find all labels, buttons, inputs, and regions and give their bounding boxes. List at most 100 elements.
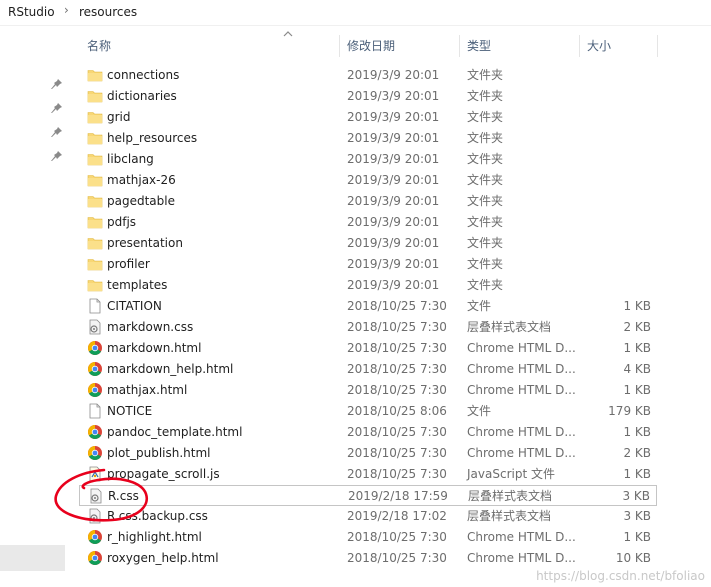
file-modified-date: 2018/10/25 7:30 xyxy=(347,362,447,376)
file-name: help_resources xyxy=(107,131,198,145)
file-modified-date: 2019/3/9 20:01 xyxy=(347,215,440,229)
file-size: 2 KB xyxy=(623,446,651,460)
file-type: Chrome HTML D... xyxy=(467,551,576,565)
file-name: markdown.css xyxy=(107,320,194,334)
file-modified-date: 2018/10/25 7:30 xyxy=(347,383,447,397)
pin-icon[interactable] xyxy=(51,102,63,114)
file-name: NOTICE xyxy=(107,404,153,418)
breadcrumb-root[interactable]: RStudio xyxy=(8,5,55,19)
chrome-html-icon xyxy=(88,383,102,397)
file-modified-date: 2018/10/25 7:30 xyxy=(347,425,447,439)
file-type: 文件夹 xyxy=(467,152,504,166)
file-size: 1 KB xyxy=(623,299,651,313)
file-row[interactable]: CITATION 2018/10/25 7:30 文件 1 KB xyxy=(79,296,657,317)
file-name: pagedtable xyxy=(107,194,175,208)
file-type: 层叠样式表文档 xyxy=(467,320,552,334)
file-row[interactable]: plot_publish.html 2018/10/25 7:30 Chrome H… xyxy=(79,443,657,464)
file-row[interactable]: r_highlight.html 2018/10/25 7:30 Chrome HT… xyxy=(79,527,657,548)
file-row[interactable]: markdown_help.html 2018/10/25 7:30 Chrome … xyxy=(79,359,657,380)
file-type: Chrome HTML D... xyxy=(467,425,576,439)
file-name: dictionaries xyxy=(107,89,177,103)
file-modified-date: 2018/10/25 7:30 xyxy=(347,530,447,544)
file-row[interactable]: libclang 2019/3/9 20:01 文件夹 xyxy=(79,149,657,170)
file-name: connections xyxy=(107,68,180,82)
file-size: 3 KB xyxy=(622,489,650,503)
file-type: 文件夹 xyxy=(467,215,504,229)
pin-icon[interactable] xyxy=(51,78,63,90)
file-row[interactable]: mathjax.html 2018/10/25 7:30 Chrome HTML D… xyxy=(79,380,657,401)
file-row[interactable]: markdown.css 2018/10/25 7:30 层叠样式表文档 2 KB xyxy=(79,317,657,338)
nav-selected-item[interactable] xyxy=(0,545,65,571)
file-size: 179 KB xyxy=(608,404,651,418)
file-name: grid xyxy=(107,110,131,124)
file-modified-date: 2018/10/25 7:30 xyxy=(347,299,447,313)
pin-icon[interactable] xyxy=(51,126,63,138)
file-type: 文件夹 xyxy=(467,236,504,250)
file-row[interactable]: dictionaries 2019/3/9 20:01 文件夹 xyxy=(79,86,657,107)
file-row[interactable]: grid 2019/3/9 20:01 文件夹 xyxy=(79,107,657,128)
file-type: Chrome HTML D... xyxy=(467,383,576,397)
file-row[interactable]: connections 2019/3/9 20:01 文件夹 xyxy=(79,65,657,86)
file-size: 10 KB xyxy=(615,551,651,565)
file-row[interactable]: markdown.html 2018/10/25 7:30 Chrome HTML … xyxy=(79,338,657,359)
file-modified-date: 2019/3/9 20:01 xyxy=(347,236,440,250)
file-type: 文件夹 xyxy=(467,68,504,82)
file-type: 文件夹 xyxy=(467,278,504,292)
file-modified-date: 2019/3/9 20:01 xyxy=(347,278,440,292)
chrome-html-icon xyxy=(88,530,102,544)
chrome-html-icon xyxy=(88,425,102,439)
file-row[interactable]: NOTICE 2018/10/25 8:06 文件 179 KB xyxy=(79,401,657,422)
file-row[interactable]: pdfjs 2019/3/9 20:01 文件夹 xyxy=(79,212,657,233)
file-name: roxygen_help.html xyxy=(107,551,219,565)
column-header-date[interactable]: 修改日期 xyxy=(339,33,459,59)
folder-icon xyxy=(87,238,103,250)
file-row[interactable]: profiler 2019/3/9 20:01 文件夹 xyxy=(79,254,657,275)
file-row[interactable]: templates 2019/3/9 20:01 文件夹 xyxy=(79,275,657,296)
file-row[interactable]: presentation 2019/3/9 20:01 文件夹 xyxy=(79,233,657,254)
file-modified-date: 2019/3/9 20:01 xyxy=(347,68,440,82)
file-name: pdfjs xyxy=(107,215,137,229)
column-header-name[interactable]: 名称 xyxy=(79,33,339,59)
file-name: presentation xyxy=(107,236,183,250)
chrome-html-icon xyxy=(88,446,102,460)
breadcrumb-current[interactable]: resources xyxy=(79,5,137,19)
chrome-html-icon xyxy=(88,362,102,376)
file-size: 3 KB xyxy=(623,509,651,523)
column-header-type[interactable]: 类型 xyxy=(459,33,579,59)
column-divider[interactable] xyxy=(657,35,658,57)
file-row[interactable]: pagedtable 2019/3/9 20:01 文件夹 xyxy=(79,191,657,212)
file-size: 2 KB xyxy=(623,320,651,334)
watermark: https://blog.csdn.net/bfoliao xyxy=(536,569,705,583)
file-row[interactable]: R.css 2019/2/18 17:59 层叠样式表文档 3 KB xyxy=(79,485,657,506)
file-row[interactable]: mathjax-26 2019/3/9 20:01 文件夹 xyxy=(79,170,657,191)
folder-icon xyxy=(87,91,103,103)
css-file-icon xyxy=(90,488,102,504)
file-modified-date: 2019/3/9 20:01 xyxy=(347,194,440,208)
file-modified-date: 2018/10/25 7:30 xyxy=(347,467,447,481)
file-modified-date: 2019/3/9 20:01 xyxy=(347,173,440,187)
css-file-icon xyxy=(89,319,101,335)
file-row[interactable]: R.css.backup.css 2019/2/18 17:02 层叠样式表文档 3 … xyxy=(79,506,657,527)
column-header-size[interactable]: 大小 xyxy=(579,33,657,59)
file-modified-date: 2019/3/9 20:01 xyxy=(347,110,440,124)
file-icon xyxy=(89,403,101,419)
breadcrumb-chevron-icon[interactable]: › xyxy=(64,3,69,17)
file-type: 文件夹 xyxy=(467,194,504,208)
file-modified-date: 2018/10/25 7:30 xyxy=(347,446,447,460)
breadcrumb: RStudio › resources xyxy=(0,0,711,26)
file-type: Chrome HTML D... xyxy=(467,341,576,355)
file-type: 文件夹 xyxy=(467,110,504,124)
folder-icon xyxy=(87,175,103,187)
file-modified-date: 2018/10/25 7:30 xyxy=(347,341,447,355)
css-file-icon xyxy=(89,508,101,524)
file-row[interactable]: pandoc_template.html 2018/10/25 7:30 Chrom… xyxy=(79,422,657,443)
file-row[interactable]: help_resources 2019/3/9 20:01 文件夹 xyxy=(79,128,657,149)
pin-icon[interactable] xyxy=(51,150,63,162)
file-type: Chrome HTML D... xyxy=(467,446,576,460)
file-size: 1 KB xyxy=(623,530,651,544)
file-name: profiler xyxy=(107,257,150,271)
file-modified-date: 2019/3/9 20:01 xyxy=(347,257,440,271)
file-modified-date: 2019/3/9 20:01 xyxy=(347,89,440,103)
file-row[interactable]: propagate_scroll.js 2018/10/25 7:30 JavaSc… xyxy=(79,464,657,485)
file-row[interactable]: roxygen_help.html 2018/10/25 7:30 Chrome H… xyxy=(79,548,657,569)
